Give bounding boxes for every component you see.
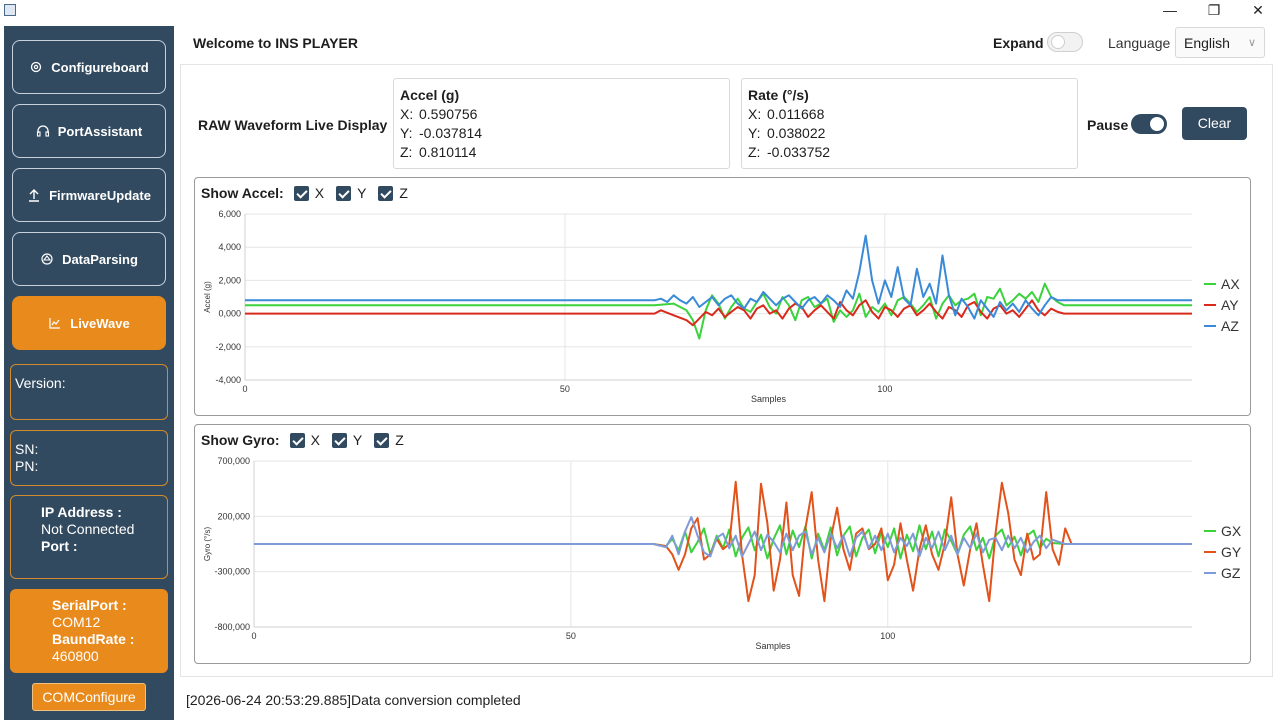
- expand-label: Expand: [993, 35, 1044, 51]
- baud-rate-label: BaundRate :: [52, 631, 135, 647]
- minimize-button[interactable]: —: [1148, 0, 1192, 22]
- nav-dataparsing-button[interactable]: DataParsing: [12, 232, 166, 286]
- app-icon: [4, 4, 16, 16]
- app-window: — ❐ ✕ Configureboard PortAssistant Firmw…: [0, 0, 1280, 720]
- ip-value: Not Connected: [41, 521, 135, 537]
- nav-label: LiveWave: [70, 315, 130, 331]
- accel-y-tick-label: 4,000: [218, 242, 241, 252]
- pause-label: Pause: [1087, 117, 1129, 133]
- accel-x-value: 0.590756: [419, 106, 478, 122]
- rate-x-row: X: 0.011668: [748, 106, 825, 122]
- sn-label: SN:: [15, 441, 39, 457]
- restore-button[interactable]: ❐: [1192, 0, 1236, 22]
- ip-box: IP Address : Not Connected Port :: [10, 495, 168, 579]
- legend-label-gx: GX: [1221, 523, 1242, 539]
- nav-label: FirmwareUpdate: [49, 187, 151, 203]
- accel-z-row: Z: 0.810114: [400, 144, 477, 160]
- chevron-down-icon: ∨: [1247, 37, 1256, 49]
- accel-x-tick-label: 50: [560, 384, 570, 394]
- nav-configureboard-button[interactable]: Configureboard: [12, 40, 166, 94]
- accel-chart-panel: Show Accel: X Y Z 6,000 4,000 2,000 0,000 -2…: [194, 177, 1251, 416]
- accel-y-tick-label: 0,000: [218, 309, 241, 319]
- nav-label: Configureboard: [51, 59, 149, 75]
- chart-icon: [49, 318, 61, 329]
- baud-rate-value: 460800: [52, 648, 99, 664]
- rate-y-value: 0.038022: [767, 125, 826, 141]
- legend-label-ax: AX: [1221, 276, 1240, 292]
- rate-z-row: Z: -0.033752: [748, 144, 831, 160]
- accel-x-axis-label: Samples: [751, 394, 787, 404]
- nav-livewave-button[interactable]: LiveWave: [12, 296, 166, 350]
- raw-waveform-title: RAW Waveform Live Display: [198, 117, 388, 133]
- accel-y-tick-label: -4,000: [215, 375, 241, 385]
- accel-y-tick-label: 2,000: [218, 275, 241, 285]
- version-box: Version:: [10, 364, 168, 420]
- accel-y-value: -0.037814: [419, 125, 483, 141]
- legend-label-az: AZ: [1221, 318, 1239, 334]
- nav-label: PortAssistant: [57, 123, 143, 139]
- close-button[interactable]: ✕: [1236, 0, 1280, 22]
- accel-x-tick-label: 100: [877, 384, 892, 394]
- nav-firmwareupdate-button[interactable]: FirmwareUpdate: [12, 168, 166, 222]
- status-message: [2026-06-24 20:53:29.885]Data conversion…: [186, 692, 521, 708]
- accel-header: Accel (g): [400, 87, 460, 103]
- gyro-x-axis-label: Samples: [755, 641, 791, 651]
- serial-port-value: COM12: [52, 614, 101, 630]
- parse-icon: [41, 253, 53, 265]
- gyro-x-tick-label: 50: [566, 631, 576, 641]
- legend-label-ay: AY: [1221, 297, 1239, 313]
- gyro-y-tick-label: 700,000: [217, 456, 250, 466]
- version-label: Version:: [15, 375, 66, 391]
- rate-header: Rate (°/s): [748, 87, 809, 103]
- accel-y-tick-label: 6,000: [218, 209, 241, 219]
- pn-label: PN:: [15, 458, 39, 474]
- expand-toggle[interactable]: [1047, 32, 1083, 52]
- serial-box: SerialPort : COM12 BaundRate : 460800: [10, 589, 168, 673]
- headset-icon: [36, 125, 49, 137]
- rate-y-row: Y: 0.038022: [748, 125, 826, 141]
- nav-portassistant-button[interactable]: PortAssistant: [12, 104, 166, 158]
- serial-port-label: SerialPort :: [52, 597, 127, 613]
- port-label: Port :: [41, 538, 78, 554]
- legend-label-gy: GY: [1221, 544, 1242, 560]
- gyro-x-tick-label: 0: [251, 631, 256, 641]
- gyro-chart: 700,000 200,000 -300,000 -800,0000 50 100 Samp…: [203, 456, 1242, 651]
- gear-icon: [31, 61, 42, 73]
- accel-chart: 6,000 4,000 2,000 0,000 -2,000 -4,0000 50 100 Sa…: [203, 209, 1240, 404]
- accel-y-tick-label: -2,000: [215, 342, 241, 352]
- accel-values-box: Accel (g) X: 0.590756 Y: -0.037814 Z: 0.810…: [393, 78, 730, 169]
- sn-pn-box: SN: PN:: [10, 430, 168, 486]
- pause-toggle[interactable]: [1131, 114, 1167, 134]
- gyro-y-axis-label: Gyro (°/s): [203, 527, 212, 562]
- com-configure-button[interactable]: COMConfigure: [32, 683, 146, 711]
- accel-z-value: 0.810114: [419, 144, 477, 160]
- language-label: Language: [1108, 35, 1171, 51]
- rate-values-box: Rate (°/s) X: 0.011668 Y: 0.038022 Z: -0.03…: [741, 78, 1078, 169]
- accel-x-row: X: 0.590756: [400, 106, 478, 122]
- upload-icon: [29, 189, 40, 202]
- clear-button[interactable]: Clear: [1182, 107, 1247, 140]
- gyro-y-tick-label: 200,000: [217, 511, 250, 521]
- language-select[interactable]: English ∨: [1175, 27, 1265, 58]
- gyro-y-tick-label: -300,000: [214, 567, 250, 577]
- accel-y-row: Y: -0.037814: [400, 125, 483, 141]
- title-bar: — ❐ ✕: [0, 0, 1280, 22]
- ip-label: IP Address :: [41, 504, 122, 520]
- sidebar: Configureboard PortAssistant FirmwareUpd…: [4, 26, 174, 720]
- toggle-knob: [1150, 117, 1164, 131]
- accel-y-axis-label: Accel (g): [203, 281, 212, 313]
- gyro-chart-panel: Show Gyro: X Y Z 700,000 200,000 -300,000-…: [194, 424, 1251, 664]
- language-value: English: [1184, 35, 1230, 51]
- gyro-x-tick-label: 100: [880, 631, 895, 641]
- welcome-title: Welcome to INS PLAYER: [193, 35, 358, 51]
- legend-label-gz: GZ: [1221, 565, 1241, 581]
- nav-label: DataParsing: [62, 251, 138, 267]
- accel-x-tick-label: 0: [242, 384, 247, 394]
- rate-x-value: 0.011668: [767, 106, 825, 122]
- toggle-knob: [1051, 35, 1065, 49]
- rate-z-value: -0.033752: [767, 144, 831, 160]
- gyro-y-tick-label: -800,000: [214, 622, 250, 632]
